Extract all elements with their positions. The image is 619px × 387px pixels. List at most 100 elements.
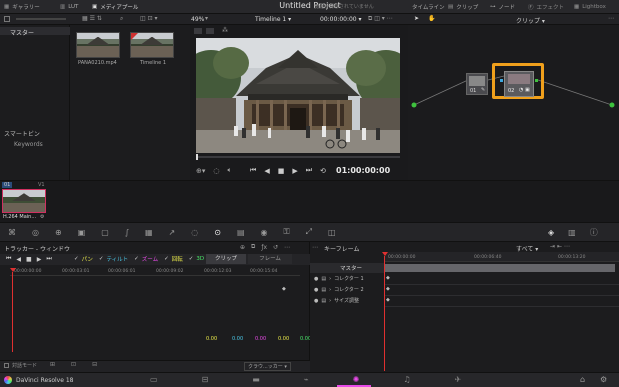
keyframe-options-icons[interactable]: ⇥ ⇤ ⋯ bbox=[550, 243, 570, 250]
kf-row-sizing[interactable]: ● ▤ › サイズ調整 bbox=[314, 297, 359, 305]
media-pool-tab[interactable]: ▣ メディアプール bbox=[92, 2, 138, 12]
fusion-page-icon[interactable]: ⌁ bbox=[304, 375, 309, 384]
video-frame[interactable] bbox=[196, 38, 400, 153]
timeline-selector[interactable]: Timeline 1 ▾ bbox=[255, 16, 291, 23]
home-icon[interactable]: ⌂ bbox=[580, 375, 585, 384]
color-wheels-icon[interactable]: ⊕ bbox=[55, 228, 62, 237]
scopes-icon[interactable]: ◈ bbox=[548, 228, 554, 237]
stop-icon[interactable]: ■ bbox=[278, 167, 285, 175]
expand-chevron-icon[interactable]: › bbox=[329, 287, 331, 293]
curves-icon[interactable]: ∫ bbox=[125, 228, 129, 237]
master-track-bar[interactable] bbox=[385, 264, 615, 272]
thumb-size-slider[interactable] bbox=[16, 18, 66, 20]
clip-dropdown[interactable]: クリップ ▾ bbox=[516, 16, 545, 25]
loop-playback-icon[interactable]: ⟲ bbox=[320, 167, 326, 175]
edit-page-icon[interactable]: ▬ bbox=[252, 375, 260, 384]
magic-mask-icon[interactable]: ▤ bbox=[237, 228, 245, 237]
tilt-checkbox[interactable]: ✓ bbox=[99, 256, 104, 262]
loop-icon[interactable]: ◌ bbox=[213, 167, 219, 175]
search-icon[interactable]: ⌕ bbox=[120, 15, 123, 23]
clip-thumbnail[interactable] bbox=[76, 32, 120, 58]
viewer-mode-icon[interactable] bbox=[194, 28, 202, 34]
bin-list-icon[interactable] bbox=[4, 16, 10, 22]
row-visibility-icon[interactable]: ● bbox=[314, 298, 318, 304]
cut-page-icon[interactable]: ⊟ bbox=[202, 375, 209, 384]
kf-row-corrector-1[interactable]: ● ▤ › コレクター 1 bbox=[314, 275, 364, 283]
clip-mode-button[interactable]: クリップ bbox=[206, 254, 246, 264]
blur-icon[interactable]: ◉ bbox=[261, 228, 268, 237]
interactive-mode-checkbox[interactable] bbox=[4, 363, 9, 368]
zoom-dropdown-icon[interactable]: ▾ bbox=[205, 15, 208, 22]
camera-raw-icon[interactable]: ⌘ bbox=[8, 228, 16, 237]
frame-mode-button[interactable]: フレーム bbox=[248, 254, 292, 264]
reset-icon[interactable]: ↺ bbox=[273, 244, 278, 251]
keyframe-more-icon[interactable]: ⋯ bbox=[312, 244, 318, 251]
set-point-icon[interactable]: ⊡ bbox=[71, 361, 76, 368]
viewer-mode-icons[interactable]: ◫ ⊡ ▾ bbox=[140, 15, 158, 22]
more-icon[interactable]: ⋯ bbox=[284, 244, 290, 251]
effects-tab[interactable]: Ⓕ エフェクト bbox=[528, 2, 564, 12]
stop-track-icon[interactable]: ■ bbox=[26, 256, 32, 263]
clip-strip-thumbnail[interactable] bbox=[2, 189, 46, 213]
viewer-settings-icon[interactable]: ⊕▾ bbox=[196, 167, 205, 175]
target-icon[interactable]: ⊕ bbox=[240, 244, 245, 251]
rgb-mixer-icon[interactable]: ▣ bbox=[78, 228, 86, 237]
zoom-checkbox[interactable]: ✓ bbox=[134, 256, 139, 262]
row-visibility-icon[interactable]: ● bbox=[314, 287, 318, 293]
histogram-icon[interactable]: ▥ bbox=[568, 228, 576, 237]
3d-checkbox[interactable]: ✓ bbox=[189, 256, 194, 262]
interactive-mode-toggle[interactable]: 対話モード bbox=[4, 362, 37, 369]
keyframe-diamond-icon[interactable]: ◆ bbox=[386, 286, 390, 292]
color-page-icon[interactable]: ✺ bbox=[353, 375, 360, 384]
deliver-page-icon[interactable]: ✈ bbox=[455, 375, 462, 384]
color-match-icon[interactable]: ◎ bbox=[32, 228, 39, 237]
qualifier-icon[interactable]: ↗ bbox=[169, 228, 176, 237]
motion-effects-icon[interactable]: ▢ bbox=[101, 228, 109, 237]
viewer-options[interactable]: ⧉ ◫ ▾ ⋯ bbox=[368, 15, 393, 23]
expand-chevron-icon[interactable]: › bbox=[329, 276, 331, 282]
tracker-playhead-marker[interactable] bbox=[10, 268, 16, 272]
scrubber-bar[interactable] bbox=[196, 154, 400, 160]
media-page-icon[interactable]: ▭ bbox=[150, 375, 158, 384]
pan-checkbox[interactable]: ✓ bbox=[74, 256, 79, 262]
row-lock-icon[interactable]: ▤ bbox=[321, 276, 326, 282]
hand-icon[interactable]: ✋ bbox=[428, 15, 435, 22]
more-options-icon[interactable]: ⋯ bbox=[608, 15, 614, 22]
node-input-dot[interactable] bbox=[500, 79, 503, 82]
key-icon[interactable]: ⚿ bbox=[283, 227, 289, 237]
viewer-compare-icon[interactable] bbox=[206, 28, 214, 34]
timeline-tab[interactable]: タイムライン bbox=[412, 2, 445, 12]
timecode-display[interactable]: 00:00:00:00 ▾ bbox=[320, 16, 362, 23]
last-frame-icon[interactable]: ⏭︎ bbox=[306, 166, 312, 175]
pointer-icon[interactable]: ➤ bbox=[414, 15, 419, 22]
tracker-mode-dropdown[interactable]: クラウ...ッカー ▾ bbox=[244, 362, 291, 371]
prev-frame-icon[interactable]: ◀ bbox=[264, 167, 269, 175]
kf-playhead-marker[interactable] bbox=[382, 252, 388, 256]
node-output-dot[interactable] bbox=[535, 79, 538, 82]
zoom-level[interactable]: 49% bbox=[191, 16, 204, 23]
rotate-checkbox[interactable]: ✓ bbox=[164, 256, 169, 262]
kf-row-master[interactable]: マスター bbox=[340, 264, 362, 272]
node-02[interactable]: 02 ◔ ▣ bbox=[504, 71, 534, 97]
track-reverse-icon[interactable]: ◀ bbox=[16, 256, 21, 263]
row-lock-icon[interactable]: ▤ bbox=[321, 287, 326, 293]
fairlight-page-icon[interactable]: ♫ bbox=[403, 375, 410, 384]
keyframe-diamond-icon[interactable]: ◆ bbox=[386, 275, 390, 281]
tracker-icon[interactable]: ⊙ bbox=[214, 228, 221, 237]
lightbox-tab[interactable]: ▦ Lightbox bbox=[574, 2, 606, 12]
sizing-icon[interactable]: ⤢ bbox=[306, 227, 312, 237]
lut-tab[interactable]: ▥ LUT bbox=[60, 2, 78, 12]
node-editor[interactable]: 01 ✎ 02 ◔ ▣ bbox=[408, 25, 619, 180]
smart-bin-keywords[interactable]: Keywords bbox=[14, 141, 43, 148]
track-backward-icon[interactable]: ⏮︎ bbox=[6, 255, 11, 263]
kf-row-corrector-2[interactable]: ● ▤ › コレクター 2 bbox=[314, 286, 364, 294]
nodes-tab[interactable]: ⊶ ノード bbox=[490, 2, 515, 12]
audio-icon[interactable]: 🔈︎ bbox=[228, 166, 232, 175]
add-feature-icon[interactable]: ⊞ bbox=[50, 361, 55, 368]
grid-view-icon[interactable]: ▦ ☰ ⇅ bbox=[82, 15, 102, 22]
node-01[interactable]: 01 ✎ bbox=[466, 73, 488, 95]
clips-tab[interactable]: ▤ クリップ bbox=[448, 2, 478, 12]
settings-icon[interactable]: ⚙ bbox=[600, 375, 607, 384]
master-bin[interactable]: マスター bbox=[10, 28, 34, 37]
row-lock-icon[interactable]: ▤ bbox=[321, 298, 326, 304]
